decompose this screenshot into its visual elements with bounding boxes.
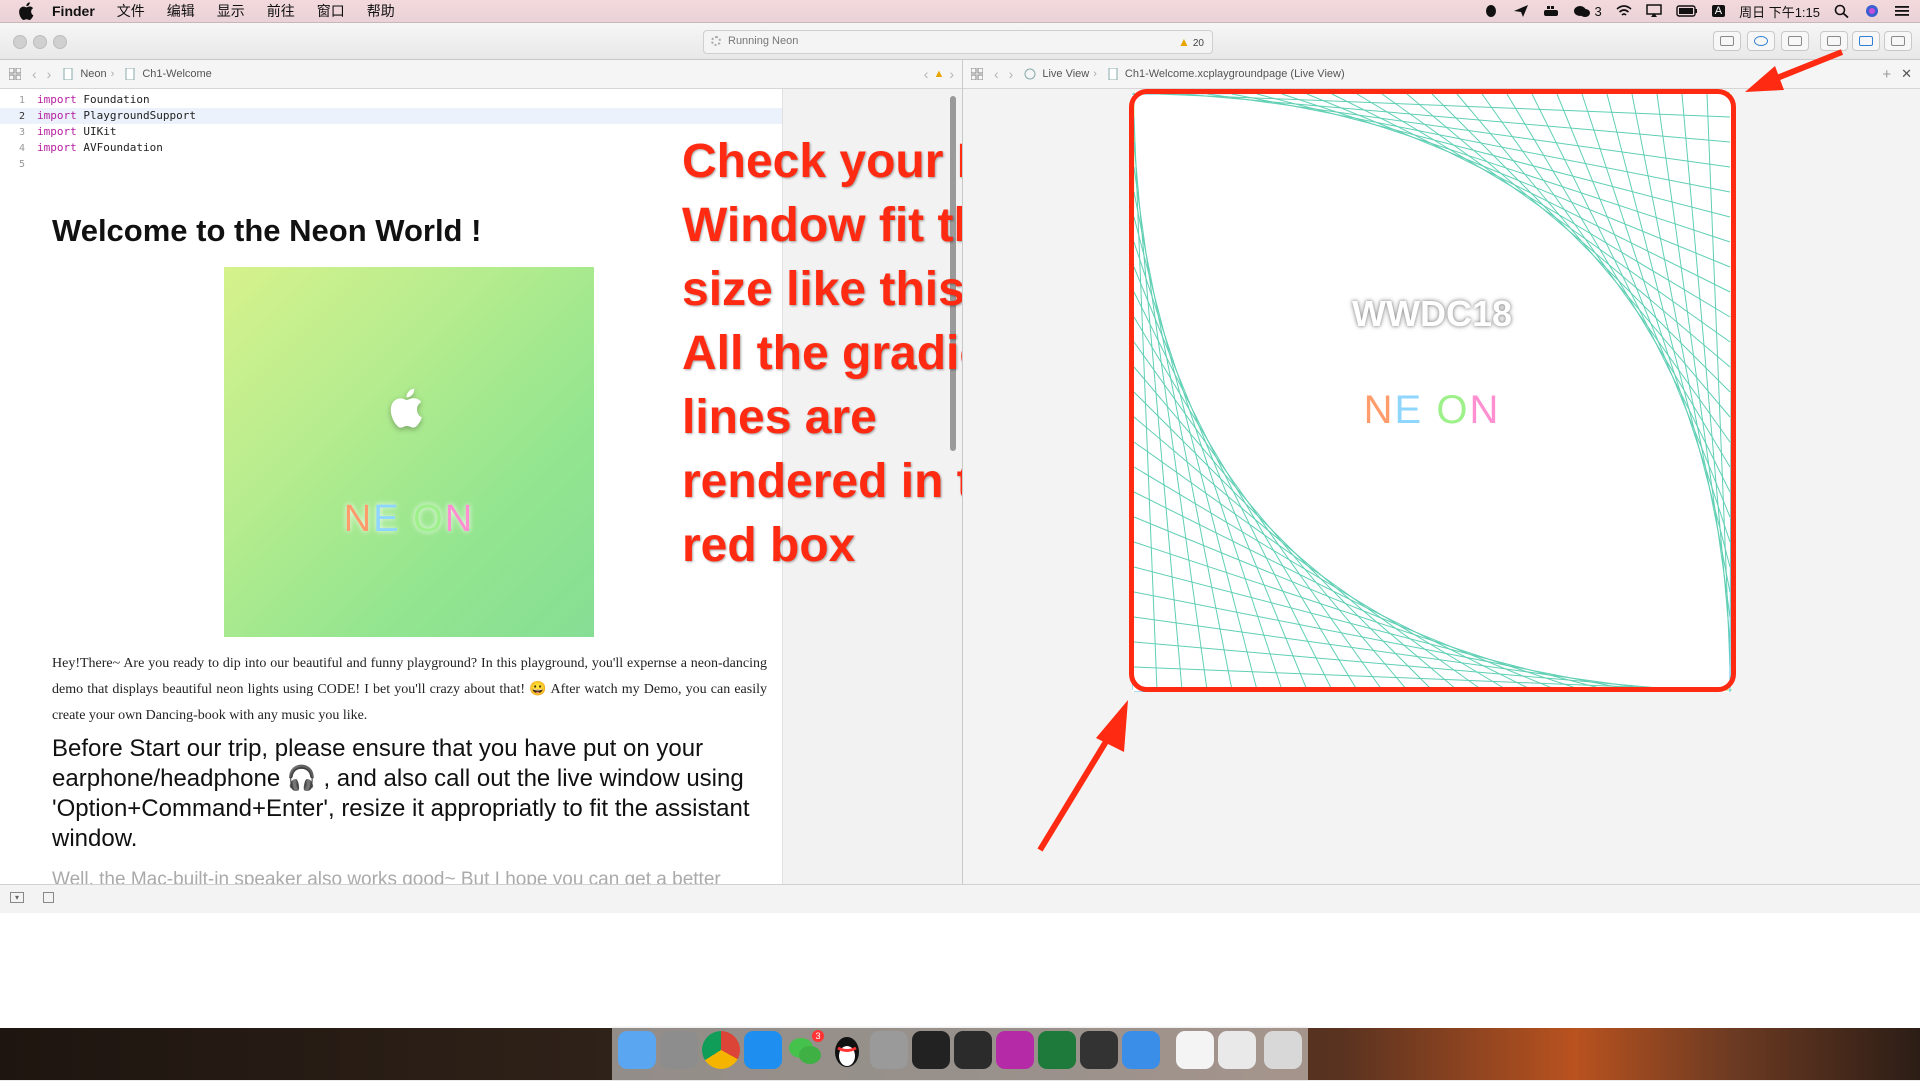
script-editor-icon[interactable] <box>1080 1031 1118 1069</box>
downloads-icon[interactable] <box>1218 1031 1256 1069</box>
launchpad-icon[interactable] <box>660 1031 698 1069</box>
chrome-icon[interactable] <box>702 1031 740 1069</box>
system-preferences-icon[interactable] <box>870 1031 908 1069</box>
stop-playground-icon[interactable] <box>43 892 54 903</box>
arrow-top-right-icon <box>1745 49 1844 92</box>
excel-icon[interactable] <box>1038 1031 1076 1069</box>
trash-icon[interactable] <box>1264 1031 1302 1069</box>
activity-monitor-icon[interactable] <box>954 1031 992 1069</box>
app-store-icon[interactable] <box>744 1031 782 1069</box>
wechat-badge: 3 <box>812 1030 824 1042</box>
phpstorm-icon[interactable] <box>996 1031 1034 1069</box>
documents-icon[interactable] <box>1176 1031 1214 1069</box>
qq-icon[interactable] <box>828 1031 866 1069</box>
debug-bar: ▾ <box>0 884 1920 914</box>
xcode-icon[interactable] <box>1122 1031 1160 1069</box>
hide-debug-area-icon[interactable]: ▾ <box>10 892 24 903</box>
finder-icon[interactable] <box>618 1031 656 1069</box>
console-output[interactable] <box>0 913 1920 1028</box>
terminal-icon[interactable] <box>912 1031 950 1069</box>
arrow-bottom-left-icon <box>1037 700 1128 852</box>
